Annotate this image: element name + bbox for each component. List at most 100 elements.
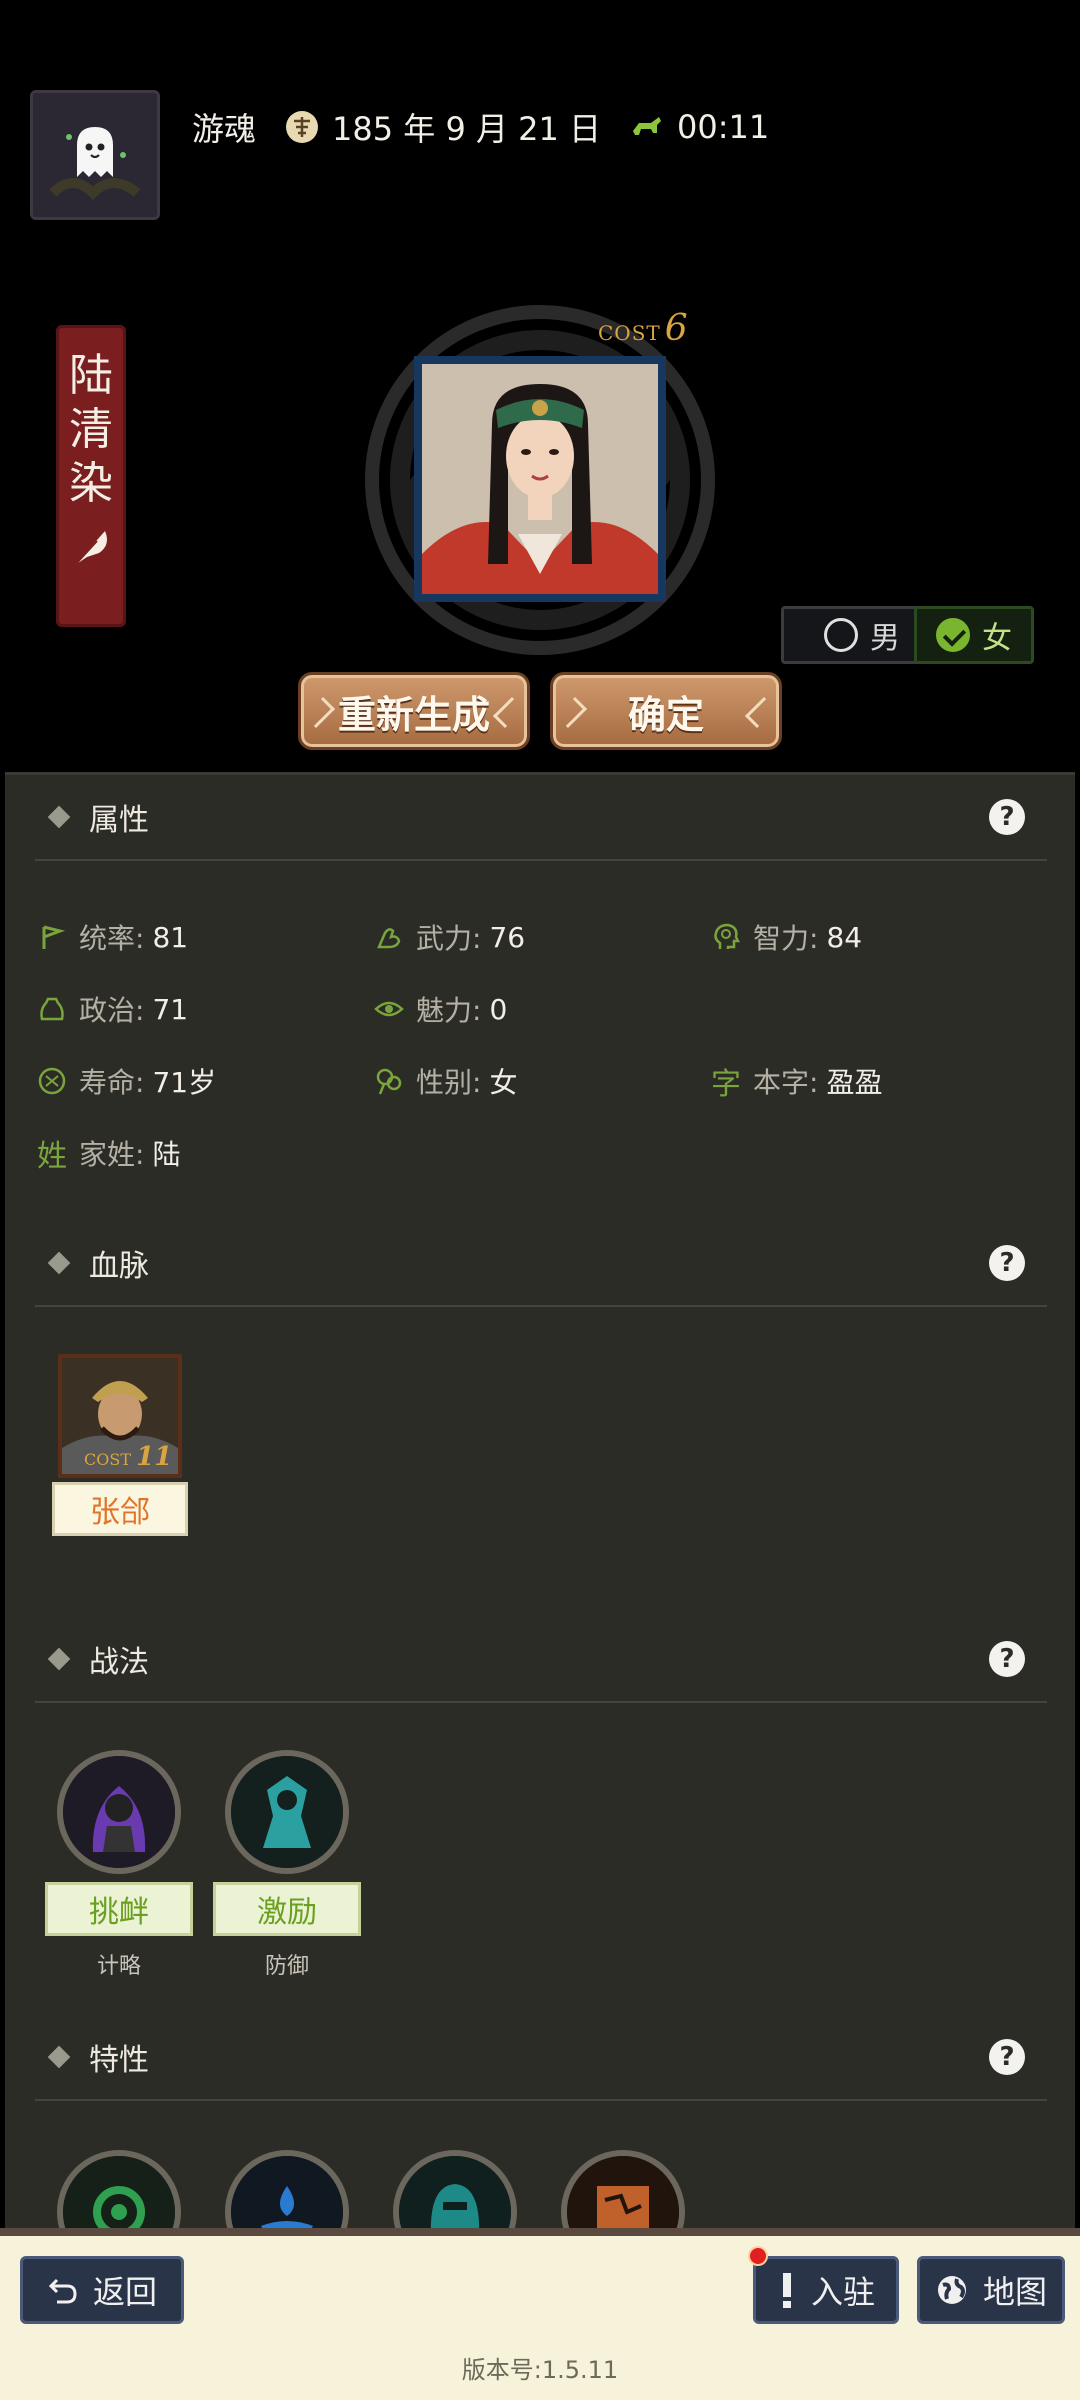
ghost-avatar-icon [33, 93, 157, 217]
family-name-icon: 姓 [37, 1139, 67, 1174]
traits-header: 特性 ? [35, 2015, 1047, 2101]
attr-charm: 魅力: 0 [372, 989, 507, 1029]
tactic-name: 激励 [213, 1882, 361, 1936]
lineage-help-icon[interactable]: ? [989, 1245, 1025, 1281]
attributes-header: 属性 ? [35, 775, 1047, 861]
attr-courtesy-name: 字 本字: 盈盈 [709, 1061, 883, 1102]
name-char-1: 陆 [69, 350, 113, 401]
attr-key: 统率: [79, 922, 145, 955]
gender-female-option[interactable]: 女 [914, 606, 1034, 664]
map-button[interactable]: 地图 [917, 2256, 1065, 2324]
attr-gender: 性别: 女 [372, 1061, 517, 1101]
lineage-title: 血脉 [89, 1249, 149, 1284]
tactics-header: 战法 ? [35, 1617, 1047, 1703]
tactic-type: 防御 [264, 1954, 309, 1979]
lineage-header: 血脉 ? [35, 1221, 1047, 1307]
calendar-seal-icon [286, 111, 319, 143]
globe-icon [937, 2276, 966, 2304]
attr-key: 寿命: [79, 1066, 145, 1099]
lineage-member-card[interactable]: COST 11 张郃 [52, 1354, 188, 1536]
traits-help-icon[interactable]: ? [989, 2039, 1025, 2075]
inspire-icon [225, 1750, 349, 1874]
attr-value: 71 [152, 992, 189, 1026]
diamond-bullet-icon [47, 2045, 71, 2069]
brain-icon [709, 920, 743, 954]
confirm-button[interactable]: 确定 [550, 672, 782, 750]
player-info: 游魂 185 年 9 月 21 日 00:11 [192, 104, 769, 150]
tactic-type: 计略 [96, 1954, 141, 1979]
attr-key: 政治: [79, 994, 145, 1027]
attr-force: 武力: 76 [372, 917, 525, 957]
gender-female-label: 女 [982, 621, 1012, 656]
arm-icon [372, 920, 406, 954]
eye-icon [372, 992, 406, 1026]
attr-lifespan: 寿命: 71岁 [35, 1061, 216, 1101]
attributes-help-icon[interactable]: ? [989, 799, 1025, 835]
edit-quill-icon[interactable] [69, 525, 113, 569]
attr-value: 0 [489, 992, 508, 1026]
character-portrait[interactable] [414, 356, 666, 602]
regenerate-button[interactable]: 重新生成 [298, 672, 530, 750]
traits-title: 特性 [89, 2043, 149, 2078]
attr-value: 84 [826, 920, 863, 954]
station-button[interactable]: 入驻 [753, 2256, 899, 2324]
attr-key: 家姓: [79, 1138, 145, 1171]
attr-value: 76 [489, 920, 526, 954]
attributes-title: 属性 [89, 803, 149, 838]
attr-value: 71岁 [152, 1066, 217, 1099]
radio-unchecked-icon [824, 618, 858, 652]
game-time: 00:11 [677, 108, 770, 146]
attr-key: 性别: [416, 1066, 482, 1099]
lineage-portrait: COST 11 [58, 1354, 182, 1478]
attr-value: 女 [489, 1066, 518, 1099]
attr-key: 魅力: [416, 994, 482, 1027]
tactics-help-icon[interactable]: ? [989, 1641, 1025, 1677]
player-name: 游魂 [192, 110, 257, 148]
diamond-bullet-icon [47, 1647, 71, 1671]
gender-male-label: 男 [870, 621, 900, 656]
radio-checked-icon [936, 618, 970, 652]
attr-family-name: 姓 家姓: 陆 [35, 1133, 181, 1174]
flag-icon [35, 920, 69, 954]
tactic-item[interactable]: 挑衅 计略 [45, 1750, 193, 1980]
lifespan-icon [35, 1064, 69, 1098]
cost-label: COST [598, 321, 661, 345]
back-button[interactable]: 返回 [20, 2256, 184, 2324]
attr-value: 盈盈 [826, 1066, 883, 1099]
tactic-name: 挑衅 [45, 1882, 193, 1936]
back-label: 返回 [92, 2273, 157, 2311]
diamond-bullet-icon [47, 805, 71, 829]
attr-value: 81 [152, 920, 189, 954]
lineage-cost: COST 11 [84, 1442, 172, 1472]
attr-command: 统率: 81 [35, 917, 188, 957]
horse-icon [633, 117, 662, 135]
lineage-member-name: 张郃 [52, 1482, 188, 1536]
courtesy-name-icon: 字 [711, 1067, 741, 1102]
provoke-icon [57, 1750, 181, 1874]
cost-indicator: COST 6 [598, 308, 688, 349]
tactics-title: 战法 [89, 1645, 149, 1680]
attr-politics: 政治: 71 [35, 989, 188, 1029]
top-bar: 游魂 185 年 9 月 21 日 00:11 [0, 0, 1080, 220]
exclamation-icon [782, 2273, 791, 2308]
attr-key: 本字: [753, 1066, 819, 1099]
attr-key: 智力: [753, 922, 819, 955]
lineage-cost-label: COST [84, 1450, 131, 1469]
version-text: 版本号:1.5.11 [461, 2356, 619, 2384]
tactic-item[interactable]: 激励 防御 [213, 1750, 361, 1980]
name-char-3: 染 [69, 458, 113, 509]
diamond-bullet-icon [47, 1251, 71, 1275]
name-banner[interactable]: 陆 清 染 [56, 325, 126, 627]
bag-icon [35, 992, 69, 1026]
back-arrow-icon [48, 2278, 77, 2304]
attr-value: 陆 [152, 1138, 181, 1171]
map-label: 地图 [982, 2273, 1047, 2311]
cost-value: 6 [664, 308, 688, 349]
bottom-nav: 返回 入驻 地图 版本号:1.5.11 [0, 2228, 1080, 2400]
game-date: 185 年 9 月 21 日 [332, 110, 602, 148]
gender-icon [372, 1064, 406, 1098]
attr-intellect: 智力: 84 [709, 917, 862, 957]
lineage-cost-value: 11 [136, 1442, 173, 1472]
attr-key: 武力: [416, 922, 482, 955]
player-avatar[interactable] [30, 90, 160, 220]
